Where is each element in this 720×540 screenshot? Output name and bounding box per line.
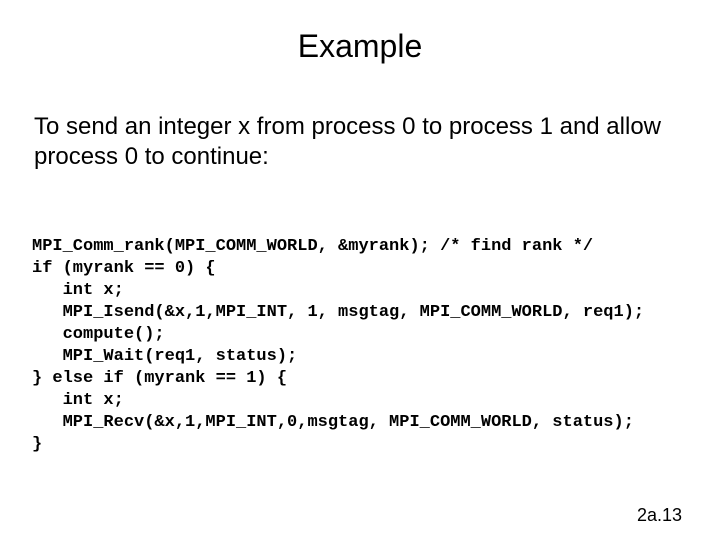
slide-title: Example <box>0 28 720 65</box>
page-number: 2a.13 <box>637 505 682 526</box>
code-block: MPI_Comm_rank(MPI_COMM_WORLD, &myrank); … <box>32 236 644 456</box>
slide-description: To send an integer x from process 0 to p… <box>34 112 674 172</box>
slide: Example To send an integer x from proces… <box>0 0 720 540</box>
